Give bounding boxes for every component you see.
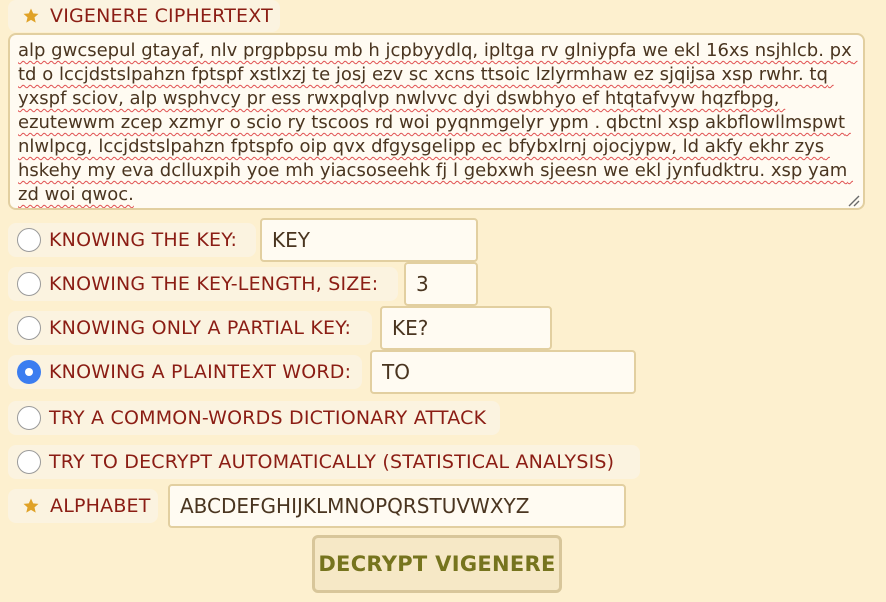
key-length-input[interactable] (404, 262, 478, 306)
resize-grip-icon[interactable] (846, 192, 860, 207)
alphabet-label-pill: ALPHABET (8, 489, 158, 523)
ciphertext-label: VIGENERE CIPHERTEXT (50, 5, 273, 27)
alphabet-input[interactable] (168, 484, 626, 528)
option-key-length-label: KNOWING THE KEY-LENGTH, SIZE: (49, 273, 379, 295)
ciphertext-input[interactable]: alp gwcsepul gtayaf, nlv prgpbpsu mb h j… (8, 33, 865, 210)
plaintext-word-input[interactable] (370, 350, 636, 394)
radio-statistical[interactable] (17, 450, 41, 474)
option-partial-key[interactable]: KNOWING ONLY A PARTIAL KEY: (8, 311, 372, 345)
radio-dictionary[interactable] (17, 406, 41, 430)
option-plaintext-word[interactable]: KNOWING A PLAINTEXT WORD: (8, 355, 362, 389)
alphabet-label: ALPHABET (50, 495, 151, 517)
key-input[interactable] (260, 218, 478, 262)
radio-partial-key[interactable] (17, 316, 41, 340)
radio-key-length[interactable] (17, 272, 41, 296)
ciphertext-label-pill: VIGENERE CIPHERTEXT (8, 0, 280, 32)
star-icon (22, 497, 40, 515)
option-plaintext-word-label: KNOWING A PLAINTEXT WORD: (49, 361, 352, 383)
option-dictionary-label: TRY A COMMON-WORDS DICTIONARY ATTACK (49, 407, 487, 429)
option-statistical[interactable]: TRY TO DECRYPT AUTOMATICALLY (STATISTICA… (8, 445, 640, 479)
option-statistical-label: TRY TO DECRYPT AUTOMATICALLY (STATISTICA… (49, 451, 615, 473)
option-key-label: KNOWING THE KEY: (49, 229, 238, 251)
option-key[interactable]: KNOWING THE KEY: (8, 223, 256, 257)
partial-key-input[interactable] (380, 306, 552, 350)
option-key-length[interactable]: KNOWING THE KEY-LENGTH, SIZE: (8, 267, 398, 301)
option-partial-key-label: KNOWING ONLY A PARTIAL KEY: (49, 317, 352, 339)
radio-key[interactable] (17, 228, 41, 252)
radio-plaintext-word[interactable] (17, 360, 41, 384)
decrypt-button[interactable]: DECRYPT VIGENERE (312, 535, 562, 593)
option-dictionary[interactable]: TRY A COMMON-WORDS DICTIONARY ATTACK (8, 401, 500, 435)
star-icon (22, 7, 40, 25)
